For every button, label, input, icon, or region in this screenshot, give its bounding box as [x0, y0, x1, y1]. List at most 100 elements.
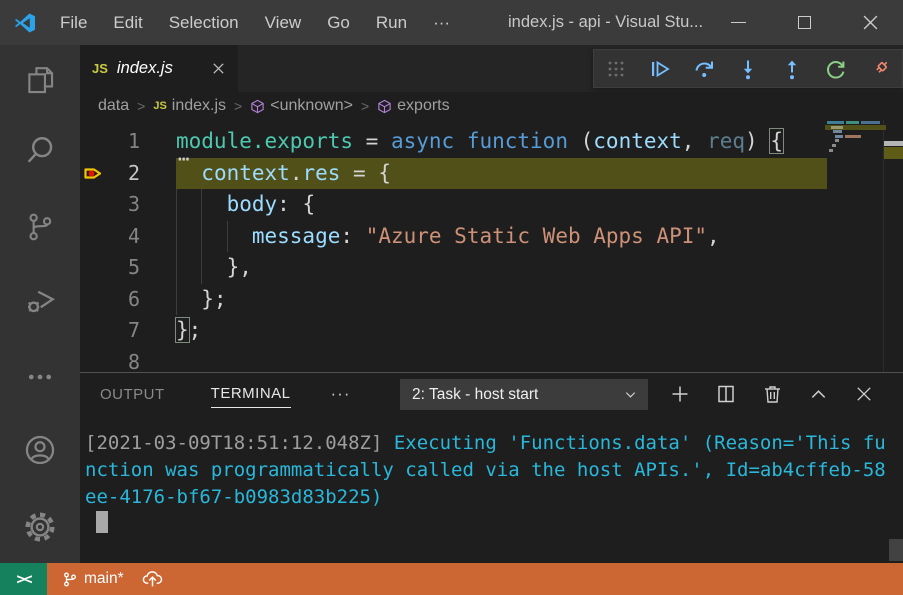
minimize-button[interactable]: [705, 0, 771, 45]
code-line-4: 4 message: "Azure Static Web Apps API",: [80, 221, 903, 253]
split-terminal-button[interactable]: [716, 384, 736, 404]
code-line-content[interactable]: body: {: [176, 189, 315, 221]
terminal-text: ee-4176-bf67-b0983d83b225): [85, 486, 382, 508]
breadcrumb-item-indexjs[interactable]: JSindex.js: [153, 97, 226, 115]
publish-changes-button[interactable]: [142, 569, 163, 590]
code-line-content[interactable]: module.exports = async function (context…: [176, 126, 783, 158]
code-line-content[interactable]: message: "Azure Static Web Apps API",: [176, 221, 720, 253]
plus-icon: [670, 384, 690, 404]
menu-file[interactable]: File: [47, 0, 100, 45]
debug-continue-button[interactable]: [647, 56, 673, 82]
code-token: context: [593, 129, 682, 153]
menu-go[interactable]: Go: [314, 0, 363, 45]
close-panel-button[interactable]: [854, 384, 874, 404]
code-line-6: 6 };: [80, 284, 903, 316]
tab-index-js[interactable]: JS index.js: [80, 45, 238, 92]
code-token: {: [770, 129, 783, 153]
window-title: index.js - api - Visual Stu...: [508, 0, 703, 45]
line-number: 5: [80, 252, 140, 284]
code-line-1: 1module.exports = async function (contex…: [80, 126, 903, 158]
code-line-3: 3 body: {: [80, 189, 903, 221]
code-editor[interactable]: 1module.exports = async function (contex…: [80, 120, 903, 372]
minimize-icon: [731, 22, 746, 24]
tab-output[interactable]: OUTPUT: [100, 386, 165, 403]
line-number: 3: [80, 189, 140, 221]
menu-run[interactable]: Run: [363, 0, 420, 45]
kill-terminal-button[interactable]: [762, 384, 782, 404]
chevron-down-icon: [623, 387, 638, 402]
remote-indicator[interactable]: ><: [0, 563, 47, 595]
close-icon: [855, 385, 873, 403]
tab-terminal[interactable]: TERMINAL: [211, 385, 291, 408]
menu-edit[interactable]: Edit: [100, 0, 155, 45]
code-line-8: 8: [80, 347, 903, 373]
menu-[interactable]: ···: [420, 0, 463, 45]
overview-ruler-cursor-marker: [884, 141, 903, 146]
code-line-content[interactable]: };: [176, 315, 201, 347]
code-line-content[interactable]: },: [176, 252, 252, 284]
code-line-content[interactable]: context.res = {: [176, 158, 391, 190]
tab-close-button[interactable]: [211, 61, 226, 76]
line-number: 8: [80, 347, 140, 373]
maximize-button[interactable]: [771, 0, 837, 45]
breadcrumb: data>JSindex.js><unknown>>exports: [80, 92, 903, 120]
branch-name: main*: [84, 570, 124, 588]
code-token: .: [290, 161, 303, 185]
code-token: function: [467, 129, 568, 153]
run-and-debug-icon[interactable]: [0, 277, 80, 321]
debug-step-into-button[interactable]: [735, 56, 761, 82]
tab-label: index.js: [117, 59, 211, 78]
close-icon: [862, 14, 879, 31]
code-line-7: 7};: [80, 315, 903, 347]
terminal-select-dropdown[interactable]: 2: Task - host start: [400, 379, 648, 410]
js-file-icon: JS: [92, 61, 108, 76]
line-number: 7: [80, 315, 140, 347]
js-file-icon: JS: [153, 100, 166, 112]
vscode-window: FileEditSelectionViewGoRun··· index.js -…: [0, 0, 903, 595]
panel-actions: [670, 373, 874, 415]
explorer-icon[interactable]: [0, 58, 80, 102]
terminal-line: [2021-03-09T18:51:12.048Z] Executing 'Fu…: [85, 430, 883, 457]
close-icon: [211, 61, 226, 76]
new-terminal-button[interactable]: [670, 384, 690, 404]
debug-disconnect-button[interactable]: [867, 56, 893, 82]
more-actions-icon[interactable]: [0, 355, 80, 399]
drag-grip-icon[interactable]: [603, 56, 629, 82]
maximize-panel-button[interactable]: [808, 384, 828, 404]
menu-selection[interactable]: Selection: [156, 0, 252, 45]
code-token: };: [176, 287, 227, 311]
source-control-icon[interactable]: [0, 205, 80, 249]
line-number: 6: [80, 284, 140, 316]
debug-restart-button[interactable]: [823, 56, 849, 82]
branch-status-item[interactable]: main*: [62, 570, 124, 588]
code-token: context: [201, 161, 290, 185]
code-token: [454, 129, 467, 153]
line-number: 4: [80, 221, 140, 253]
debug-step-out-button[interactable]: [779, 56, 805, 82]
symbol-module-icon: [377, 99, 392, 114]
search-icon[interactable]: [0, 128, 80, 172]
code-token: ): [745, 129, 770, 153]
close-window-button[interactable]: [837, 0, 903, 45]
window-controls: [705, 0, 903, 45]
terminal-scrollbar[interactable]: [889, 539, 903, 561]
menu-bar: FileEditSelectionViewGoRun···: [47, 0, 463, 45]
trash-icon: [763, 384, 782, 404]
minimap[interactable]: [827, 121, 884, 161]
debug-step-over-button[interactable]: [691, 56, 717, 82]
account-icon[interactable]: [0, 428, 80, 472]
menu-view[interactable]: View: [252, 0, 315, 45]
code-token: res: [302, 161, 340, 185]
code-line-5: 5 },: [80, 252, 903, 284]
code-token: async: [391, 129, 454, 153]
code-line-content[interactable]: };: [176, 284, 227, 316]
settings-gear-icon[interactable]: [0, 505, 80, 549]
panel-more-actions[interactable]: ···: [331, 384, 351, 404]
breadcrumb-item-data[interactable]: data: [98, 97, 129, 115]
breadcrumb-item-unknown[interactable]: <unknown>: [250, 97, 353, 115]
code-token: req: [707, 129, 745, 153]
terminal-output[interactable]: [2021-03-09T18:51:12.048Z] Executing 'Fu…: [85, 430, 883, 511]
code-token: = {: [340, 161, 391, 185]
breadcrumb-label: data: [98, 97, 129, 115]
breadcrumb-item-exports[interactable]: exports: [377, 97, 449, 115]
